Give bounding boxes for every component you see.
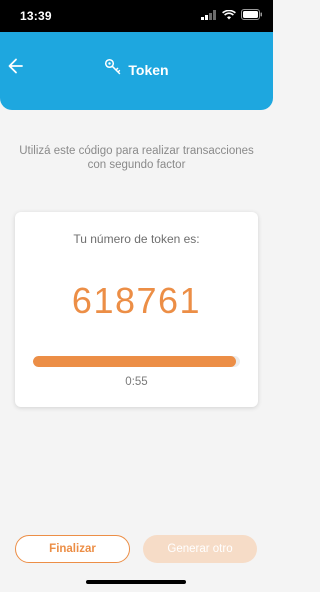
home-indicator — [86, 580, 186, 584]
token-label: Tu número de token es: — [73, 232, 200, 246]
status-time: 13:39 — [20, 9, 52, 23]
wifi-icon — [222, 9, 236, 20]
header-title-group: Token — [0, 58, 273, 81]
instructions-text: Utilizá este código para realizar transa… — [19, 145, 254, 171]
token-progress-fill — [33, 356, 236, 367]
token-progress-bar — [33, 356, 240, 367]
cellular-signal-icon — [201, 9, 217, 20]
page-title: Token — [128, 61, 169, 78]
generate-another-button[interactable]: Generar otro — [143, 535, 257, 563]
battery-icon — [241, 9, 263, 20]
key-icon — [104, 58, 122, 81]
token-timer: 0:55 — [125, 376, 148, 388]
header: Token — [0, 32, 273, 110]
token-number: 618761 — [71, 280, 202, 321]
token-card: Tu número de token es: 618761 0:55 — [15, 212, 258, 407]
status-icons — [201, 9, 263, 20]
status-bar: 13:39 — [0, 0, 273, 32]
finalize-button[interactable]: Finalizar — [15, 535, 130, 563]
